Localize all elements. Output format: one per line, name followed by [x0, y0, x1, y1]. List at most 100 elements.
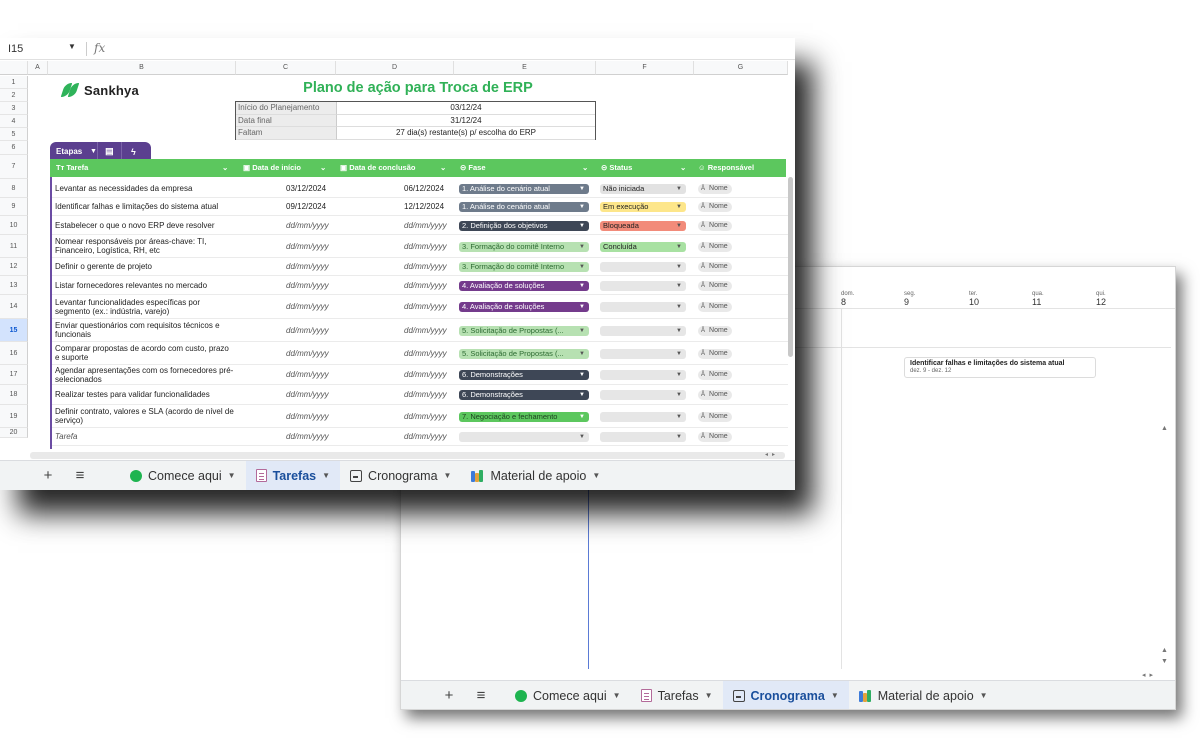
task-cell[interactable]: Tarefa — [55, 428, 235, 445]
chevron-down-icon[interactable]: ▼ — [579, 262, 585, 272]
chevron-down-icon[interactable]: ▼ — [444, 471, 452, 480]
row-header[interactable]: 8 — [0, 179, 28, 198]
chevron-down-icon[interactable]: ▼ — [676, 349, 682, 359]
column-header[interactable]: E — [454, 61, 596, 75]
owner-chip[interactable]: Å Nome — [698, 202, 732, 212]
owner-chip[interactable]: Å Nome — [698, 412, 732, 422]
column-header[interactable]: B — [48, 61, 236, 75]
status-chip[interactable]: ▼ — [600, 262, 686, 272]
chevron-down-icon[interactable]: ▼ — [676, 302, 682, 312]
end-date-cell[interactable]: dd/mm/yyyy — [404, 276, 447, 294]
start-date-cell[interactable]: dd/mm/yyyy — [286, 216, 329, 234]
end-date-cell[interactable]: dd/mm/yyyy — [404, 235, 447, 257]
task-cell[interactable]: Listar fornecedores relevantes no mercad… — [55, 276, 235, 294]
chevron-down-icon[interactable]: ▼ — [831, 691, 839, 700]
owner-chip[interactable]: Å Nome — [698, 370, 732, 380]
chevron-down-icon[interactable]: ▼ — [676, 370, 682, 380]
status-chip[interactable]: ▼ — [600, 349, 686, 359]
owner-chip[interactable]: Å Nome — [698, 184, 732, 194]
add-sheet-button[interactable]: + — [433, 687, 465, 704]
chevron-down-icon[interactable]: ▼ — [579, 221, 585, 231]
phase-chip[interactable]: ▼ — [459, 432, 589, 442]
phase-chip[interactable]: 7. Negociação e fechamento ▼ — [459, 412, 589, 422]
start-date-cell[interactable]: dd/mm/yyyy — [286, 276, 329, 294]
horizontal-scrollbar[interactable] — [30, 452, 785, 459]
status-chip[interactable]: ▼ — [600, 432, 686, 442]
name-box[interactable]: I15 — [8, 43, 23, 55]
end-date-cell[interactable]: dd/mm/yyyy — [404, 342, 447, 364]
chevron-down-icon[interactable]: ▼ — [676, 184, 682, 194]
task-cell[interactable]: Levantar as necessidades da empresa — [55, 179, 235, 197]
chevron-down-icon[interactable]: ▼ — [676, 432, 682, 442]
end-date-cell[interactable]: dd/mm/yyyy — [404, 295, 447, 318]
row-header[interactable]: 18 — [0, 385, 28, 405]
chevron-down-icon[interactable]: ⌄ — [440, 159, 446, 177]
th-fase[interactable]: ⊝ Fase — [460, 159, 486, 177]
task-cell[interactable]: Comparar propostas de acordo com custo, … — [55, 342, 235, 364]
start-date-cell[interactable]: 09/12/2024 — [286, 198, 326, 215]
chevron-down-icon[interactable]: ▼ — [579, 412, 585, 422]
row-header[interactable]: 20 — [0, 428, 28, 438]
chevron-down-icon[interactable]: ▼ — [579, 184, 585, 194]
start-date-cell[interactable]: dd/mm/yyyy — [286, 258, 329, 275]
chevron-down-icon[interactable]: ⌄ — [222, 159, 228, 177]
select-all-corner[interactable] — [0, 61, 28, 75]
th-data-inicio[interactable]: ▣ Data de início — [243, 159, 301, 177]
scroll-up-arrow-icon[interactable]: ▲ — [1161, 425, 1168, 432]
owner-chip[interactable]: Å Nome — [698, 326, 732, 336]
phase-chip[interactable]: 1. Análise do cenário atual ▼ — [459, 184, 589, 194]
chevron-down-icon[interactable]: ▼ — [676, 242, 682, 252]
task-cell[interactable]: Levantar funcionalidades específicas por… — [55, 295, 235, 318]
phase-chip[interactable]: 6. Demonstrações ▼ — [459, 390, 589, 400]
row-header[interactable]: 11 — [0, 235, 28, 258]
horizontal-scroll-arrows-icon[interactable]: ◂▸ — [765, 451, 779, 458]
task-cell[interactable]: Agendar apresentações com os fornecedore… — [55, 365, 235, 384]
phase-chip[interactable]: 3. Formação do comitê Interno ▼ — [459, 242, 589, 252]
row-header[interactable]: 2 — [0, 89, 28, 102]
horizontal-scroll-arrows-icon[interactable]: ◂▸ — [1142, 671, 1157, 679]
end-date-cell[interactable]: dd/mm/yyyy — [404, 319, 447, 341]
end-date-cell[interactable]: 12/12/2024 — [404, 198, 444, 215]
chevron-down-icon[interactable]: ▼ — [676, 262, 682, 272]
th-data-conclusao[interactable]: ▣ Data de conclusão — [340, 159, 415, 177]
all-sheets-menu-icon[interactable]: ≡ — [64, 467, 96, 484]
chevron-down-icon[interactable]: ▼ — [980, 691, 988, 700]
scroll-down-arrow-icon[interactable]: ▼ — [1161, 658, 1168, 665]
row-header[interactable]: 10 — [0, 216, 28, 235]
timeline-task-card[interactable]: Identificar falhas e limitações do siste… — [904, 357, 1096, 378]
status-chip[interactable]: ▼ — [600, 281, 686, 291]
start-date-cell[interactable]: 03/12/2024 — [286, 179, 326, 197]
status-chip[interactable]: ▼ — [600, 302, 686, 312]
owner-chip[interactable]: Å Nome — [698, 349, 732, 359]
row-header[interactable]: 13 — [0, 276, 28, 295]
start-date-cell[interactable]: dd/mm/yyyy — [286, 405, 329, 427]
chevron-down-icon[interactable]: ▼ — [579, 242, 585, 252]
chevron-down-icon[interactable]: ▼ — [676, 412, 682, 422]
chevron-down-icon[interactable]: ⌄ — [582, 159, 588, 177]
row-header[interactable]: 12 — [0, 258, 28, 276]
function-icon[interactable]: fx — [94, 41, 105, 55]
owner-chip[interactable]: Å Nome — [698, 262, 732, 272]
phase-chip[interactable]: 1. Análise do cenário atual ▼ — [459, 202, 589, 212]
status-chip[interactable]: Não iniciada ▼ — [600, 184, 686, 194]
start-date-cell[interactable]: dd/mm/yyyy — [286, 365, 329, 384]
end-date-cell[interactable]: dd/mm/yyyy — [404, 365, 447, 384]
owner-chip[interactable]: Å Nome — [698, 302, 732, 312]
owner-chip[interactable]: Å Nome — [698, 432, 732, 442]
column-header[interactable]: F — [596, 61, 694, 75]
task-cell[interactable]: Enviar questionários com requisitos técn… — [55, 319, 235, 341]
column-header[interactable]: C — [236, 61, 336, 75]
sheet-tab-material-de-apoio[interactable]: Material de apoio ▼ — [461, 461, 610, 490]
chevron-down-icon[interactable]: ▼ — [579, 281, 585, 291]
row-header[interactable]: 9 — [0, 198, 28, 216]
chevron-down-icon[interactable]: ▼ — [90, 148, 97, 155]
sheet-tab-cronograma[interactable]: Cronograma ▼ — [722, 681, 849, 709]
sheet-tab-comece-aqui[interactable]: Comece aqui ▼ — [505, 681, 631, 709]
start-date-cell[interactable]: dd/mm/yyyy — [286, 342, 329, 364]
th-tarefa[interactable]: Tт Tarefa — [56, 159, 88, 177]
phase-chip[interactable]: 4. Avaliação de soluções ▼ — [459, 302, 589, 312]
phase-chip[interactable]: 3. Formação do comitê Interno ▼ — [459, 262, 589, 272]
chevron-down-icon[interactable]: ⌄ — [680, 159, 686, 177]
chevron-down-icon[interactable]: ▼ — [676, 390, 682, 400]
scroll-up-arrow-icon[interactable]: ▲ — [1161, 647, 1168, 654]
